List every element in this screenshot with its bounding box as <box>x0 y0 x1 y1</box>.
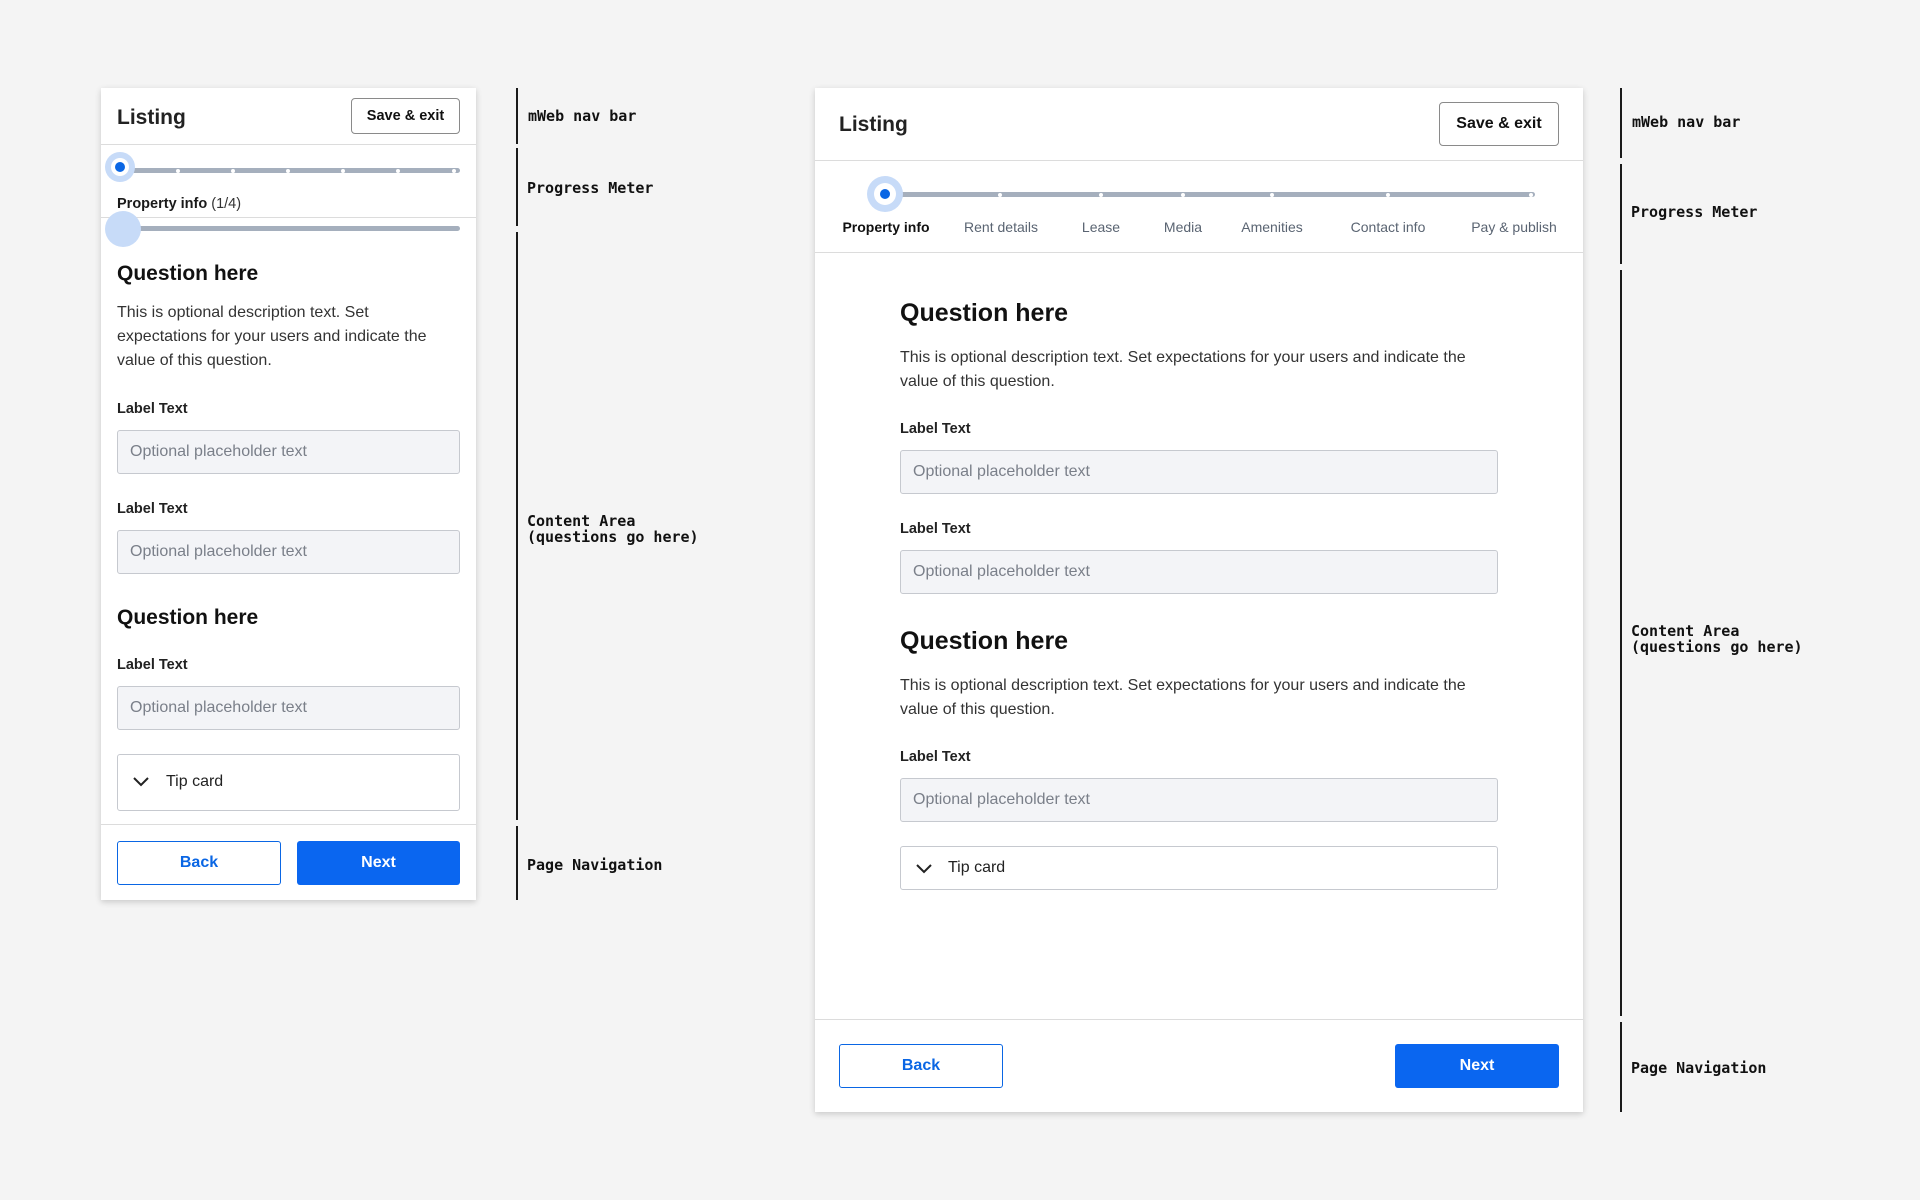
annotation-bracket <box>1620 164 1622 264</box>
annotation-content-area: Content Area (questions go here) <box>527 512 699 546</box>
desktop-listing-screen: Listing Save & exit Property info Rent d… <box>815 88 1583 1112</box>
annotation-bracket <box>516 232 518 820</box>
progress-dot <box>998 192 1002 197</box>
progress-meter <box>815 161 1583 253</box>
field-label: Label Text <box>117 657 188 673</box>
step-label: Rent details <box>964 219 1038 235</box>
text-input[interactable] <box>117 530 460 574</box>
progress-dot <box>341 168 345 173</box>
progress-current-marker <box>867 176 903 212</box>
chevron-down-icon <box>916 864 932 874</box>
step-name: Property info <box>117 196 208 212</box>
progress-dot <box>452 168 456 173</box>
back-button[interactable]: Back <box>839 1044 1003 1088</box>
step-label: Property info <box>842 219 930 235</box>
annotation-page-navigation: Page Navigation <box>527 856 663 874</box>
field-label: Label Text <box>117 401 188 417</box>
nav-bar: Listing Save & exit <box>101 88 476 145</box>
annotation-bracket <box>1620 270 1622 1016</box>
text-input[interactable] <box>900 778 1498 822</box>
step-label: Lease <box>1081 219 1121 235</box>
progress-dot <box>286 168 290 173</box>
tip-card[interactable]: Tip card <box>900 846 1498 890</box>
question-title: Question here <box>900 299 1069 327</box>
progress-current-marker <box>105 211 141 247</box>
question-description: This is optional description text. Set e… <box>117 304 427 369</box>
annotation-bracket <box>516 826 518 900</box>
annotation-page-navigation: Page Navigation <box>1631 1059 1767 1077</box>
field-label: Label Text <box>900 749 971 765</box>
annotation-bracket <box>516 148 518 226</box>
step-count: (1/4) <box>211 196 242 212</box>
page-title: Listing <box>117 106 186 129</box>
question-description: This is optional description text. Set e… <box>900 349 1466 390</box>
progress-step-label: Property info (1/4) <box>117 196 241 212</box>
progress-dot <box>1386 192 1390 197</box>
progress-dot <box>396 168 400 173</box>
page-navigation: Back Next <box>101 824 476 901</box>
field-label: Label Text <box>900 521 971 537</box>
annotation-progress-meter: Progress Meter <box>527 179 654 197</box>
progress-dot <box>1181 192 1185 197</box>
text-input[interactable] <box>900 550 1498 594</box>
chevron-down-icon <box>133 777 149 787</box>
nav-bar: Listing Save & exit <box>815 88 1583 161</box>
tip-card-label: Tip card <box>166 773 224 790</box>
save-exit-button[interactable]: Save & exit <box>351 98 460 134</box>
progress-dot <box>231 168 235 173</box>
field-label: Label Text <box>117 501 188 517</box>
annotation-content-area: Content Area (questions go here) <box>1631 622 1803 656</box>
text-input[interactable] <box>117 430 460 474</box>
field-label: Label Text <box>900 421 971 437</box>
annotation-bracket <box>1620 1022 1622 1112</box>
progress-current-marker <box>105 152 135 182</box>
annotation-progress-meter: Progress Meter <box>1631 203 1758 221</box>
back-button[interactable]: Back <box>117 841 281 885</box>
step-label: Media <box>1163 219 1203 235</box>
page-title: Listing <box>839 113 908 136</box>
next-button[interactable]: Next <box>297 841 460 885</box>
step-label: Amenities <box>1241 219 1303 235</box>
step-label: Pay & publish <box>1471 219 1557 235</box>
question-title: Question here <box>900 627 1069 655</box>
progress-track <box>123 168 460 173</box>
progress-dot <box>1099 192 1103 197</box>
question-title: Question here <box>117 606 259 629</box>
annotation-bracket <box>1620 88 1622 158</box>
annotation-bracket <box>516 88 518 144</box>
annotation-nav-bar: mWeb nav bar <box>1632 113 1741 131</box>
save-exit-button[interactable]: Save & exit <box>1439 102 1559 146</box>
question-title: Question here <box>117 262 259 285</box>
progress-dot <box>1270 192 1274 197</box>
tip-card[interactable]: Tip card <box>117 754 460 811</box>
progress-track <box>885 192 1535 197</box>
progress-track <box>123 226 460 231</box>
annotation-nav-bar: mWeb nav bar <box>528 107 637 125</box>
page-navigation: Back Next <box>815 1019 1583 1113</box>
next-button[interactable]: Next <box>1395 1044 1559 1088</box>
tip-card-label: Tip card <box>948 859 1006 876</box>
mobile-listing-screen: Listing Save & exit Property info (1/4) … <box>101 88 476 900</box>
question-description: This is optional description text. Set e… <box>900 677 1466 718</box>
text-input[interactable] <box>117 686 460 730</box>
progress-dot <box>176 168 180 173</box>
step-label: Contact info <box>1350 219 1426 235</box>
progress-dot <box>1529 192 1533 197</box>
text-input[interactable] <box>900 450 1498 494</box>
